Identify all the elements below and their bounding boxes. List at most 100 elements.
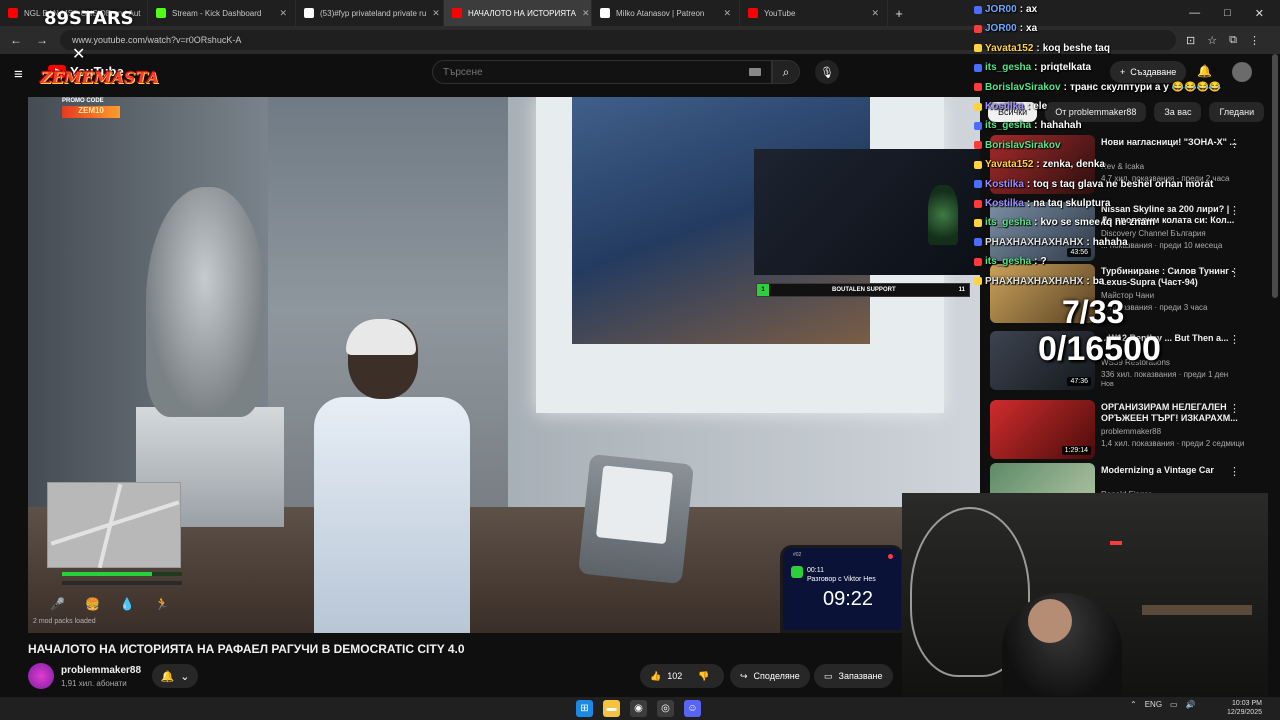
video-title: НАЧАЛОТО НА ИСТОРИЯТА НА РАФАЕЛ РАГУЧИ В… [28, 642, 465, 656]
system-clock[interactable]: 10:03 PM 12/29/2025 [1210, 699, 1262, 717]
chat-username: PHAXHAXHAXHAHX [985, 275, 1084, 287]
tab-title: Milko Atanasov | Patreon [616, 8, 705, 18]
tray-chevron-icon[interactable]: ⌃ [1130, 700, 1137, 709]
new-tab-icon[interactable]: + [888, 6, 910, 21]
more-options-icon[interactable]: ⋮ [1229, 402, 1240, 415]
video-duration: 47:36 [1067, 377, 1091, 386]
language-indicator[interactable]: ENG [1145, 700, 1162, 709]
background-table [1142, 605, 1252, 615]
video-meta: 1,4 хил. показвания · преди 2 седмици [1101, 439, 1245, 448]
chat-badge-icon [974, 5, 982, 14]
subscribe-bell-button[interactable]: 🔔 ⌄ [152, 664, 198, 688]
discord-icon[interactable]: ☺ [684, 700, 701, 717]
chat-badge-icon [974, 277, 982, 286]
streamer-inset-cam [754, 149, 980, 275]
chat-separator: : [1026, 101, 1031, 112]
chat-badge-icon [974, 141, 982, 150]
chat-username: BorislavSirakov [985, 81, 1061, 93]
bell-icon: 🔔 [160, 670, 175, 683]
chat-username: BorislavSirakov [985, 139, 1061, 151]
chat-username: Kostilka [985, 101, 1024, 112]
chat-text: toq s taq glava ne beshel orhan morat [1033, 178, 1214, 190]
channel-name[interactable]: problemmaker88 [61, 665, 141, 676]
lion-statue [146, 187, 264, 417]
windows-start-icon[interactable]: ⊞ [576, 700, 593, 717]
chat-text: hahahah [1040, 120, 1082, 132]
chat-text: priqtelkata [1040, 62, 1092, 74]
like-count[interactable]: 102 [667, 671, 682, 681]
video-player[interactable]: 1 BOUTALEN SUPPORT 11 🎤 🍔 💧 🏃 2 mod pack… [28, 97, 980, 633]
more-options-icon[interactable]: ⋮ [1229, 465, 1240, 478]
chat-badge-icon [974, 257, 982, 266]
browser-tab[interactable]: НАЧАЛОТО НА ИСТОРИЯТА ✕ [444, 0, 592, 26]
tab-close-icon[interactable]: ✕ [871, 8, 879, 19]
tab-favicon-icon [748, 8, 758, 18]
chat-text: koq beshe taq [1042, 42, 1110, 54]
search-input[interactable] [443, 66, 749, 78]
browser-tab[interactable]: YouTube ✕ [740, 0, 888, 26]
search-icon: ⌕ [782, 64, 790, 79]
chat-text: kvo se smee tq ne znam [1040, 217, 1155, 229]
file-explorer-icon[interactable]: ▬ [603, 700, 620, 717]
chat-message: PHAXHAXHAXHAHX: ba [974, 273, 1104, 290]
page-scrollbar[interactable] [1272, 54, 1278, 298]
stream-chat-overlay: JOR00: ах JOR00: ха Yavata152: koq beshe taq i… [970, 0, 1250, 290]
tab-close-icon[interactable]: ✕ [432, 8, 440, 19]
chat-username: its_gesha [985, 256, 1032, 268]
chat-badge-icon [974, 121, 982, 130]
monitor-icon[interactable]: ▭ [1170, 700, 1178, 709]
recommended-video[interactable]: 1:29:14 ОРГАНИЗИРАМ НЕЛЕГАЛЕН ОРЪЖЕЕН ТЪР… [990, 400, 1266, 462]
chrome-icon[interactable]: ◉ [630, 700, 647, 717]
chat-badge-icon [974, 199, 982, 208]
thumbs-up-icon[interactable]: 👍 [650, 671, 661, 682]
share-button[interactable]: ↪ Споделяне [730, 664, 810, 688]
keyboard-icon[interactable] [749, 68, 761, 76]
health-bar-fill [62, 572, 152, 576]
chat-message: BorislavSirakov [974, 137, 1061, 154]
chat-separator: : [1036, 42, 1040, 54]
share-icon: ↪ [740, 670, 748, 681]
tab-favicon-icon [304, 8, 314, 18]
video-title[interactable]: Modernizing a Vintage Car [1101, 465, 1241, 476]
browser-tab[interactable]: Stream - Kick Dashboard ✕ [148, 0, 296, 26]
promo-code: ZEM10 [62, 106, 120, 118]
close-window-icon[interactable]: ✕ [1255, 7, 1264, 20]
windows-taskbar: ⊞ ▬ ◉ ◎ ☺ ⌃ ENG ▭ 🔊 10:03 PM 12/29/2025 [0, 697, 1280, 720]
hud-status-icons: 🎤 🍔 💧 🏃 [50, 597, 170, 611]
voice-search-button[interactable]: 🎙 [815, 60, 839, 84]
menu-hamburger-icon[interactable]: ≡ [14, 66, 23, 83]
chat-text: транс скулптури а у 😂😂😂😂 [1069, 81, 1222, 93]
support-current: 1 [757, 284, 769, 296]
streamer-face [1028, 599, 1072, 643]
chat-text: ха [1026, 23, 1038, 35]
tab-close-icon[interactable]: ✕ [582, 8, 590, 19]
channel-avatar[interactable] [28, 663, 54, 689]
stamina-icon: 🏃 [154, 597, 170, 611]
tab-favicon-icon [8, 8, 18, 18]
thumbs-down-icon[interactable]: 👎 [698, 671, 709, 682]
browser-tab[interactable]: Milko Atanasov | Patreon ✕ [592, 0, 740, 26]
back-icon[interactable]: ← [8, 33, 24, 47]
more-options-icon[interactable]: ⋮ [1229, 333, 1240, 346]
phone-call-banner: 00:11 Разговор с Viktor Hes [791, 566, 891, 590]
chevron-down-icon: ⌄ [180, 670, 190, 683]
chat-message: Kostilka: na taq skulptura [974, 195, 1111, 212]
speaker-icon[interactable]: 🔊 [1186, 700, 1196, 709]
call-contact: Разговор с Viktor Hes [807, 576, 876, 583]
video-thumbnail[interactable]: 1:29:14 [990, 400, 1095, 459]
browser-tab[interactable]: (53)#fyp privateland private ru ✕ [296, 0, 444, 26]
tab-favicon-icon [452, 8, 462, 18]
video-title[interactable]: ОРГАНИЗИРАМ НЕЛЕГАЛЕН ОРЪЖЕЕН ТЪРГ! ИЗКА… [1101, 402, 1241, 424]
share-label: Споделяне [753, 671, 800, 681]
menu-dots-icon[interactable]: ⋮ [1249, 34, 1260, 47]
tab-close-icon[interactable]: ✕ [279, 8, 287, 19]
chat-separator: : [1086, 236, 1090, 248]
search-button[interactable]: ⌕ [772, 60, 800, 84]
obs-icon[interactable]: ◎ [657, 700, 674, 717]
microphone-icon: 🎙 [820, 66, 834, 79]
chat-message: Kostilka: toq s taq glava ne beshel orhan… [974, 176, 1213, 193]
tab-close-icon[interactable]: ✕ [723, 8, 731, 19]
chat-badge-icon [974, 24, 982, 33]
channel-name[interactable]: problemmaker88 [1101, 427, 1161, 436]
save-button[interactable]: ▭ Запазване [814, 664, 893, 688]
